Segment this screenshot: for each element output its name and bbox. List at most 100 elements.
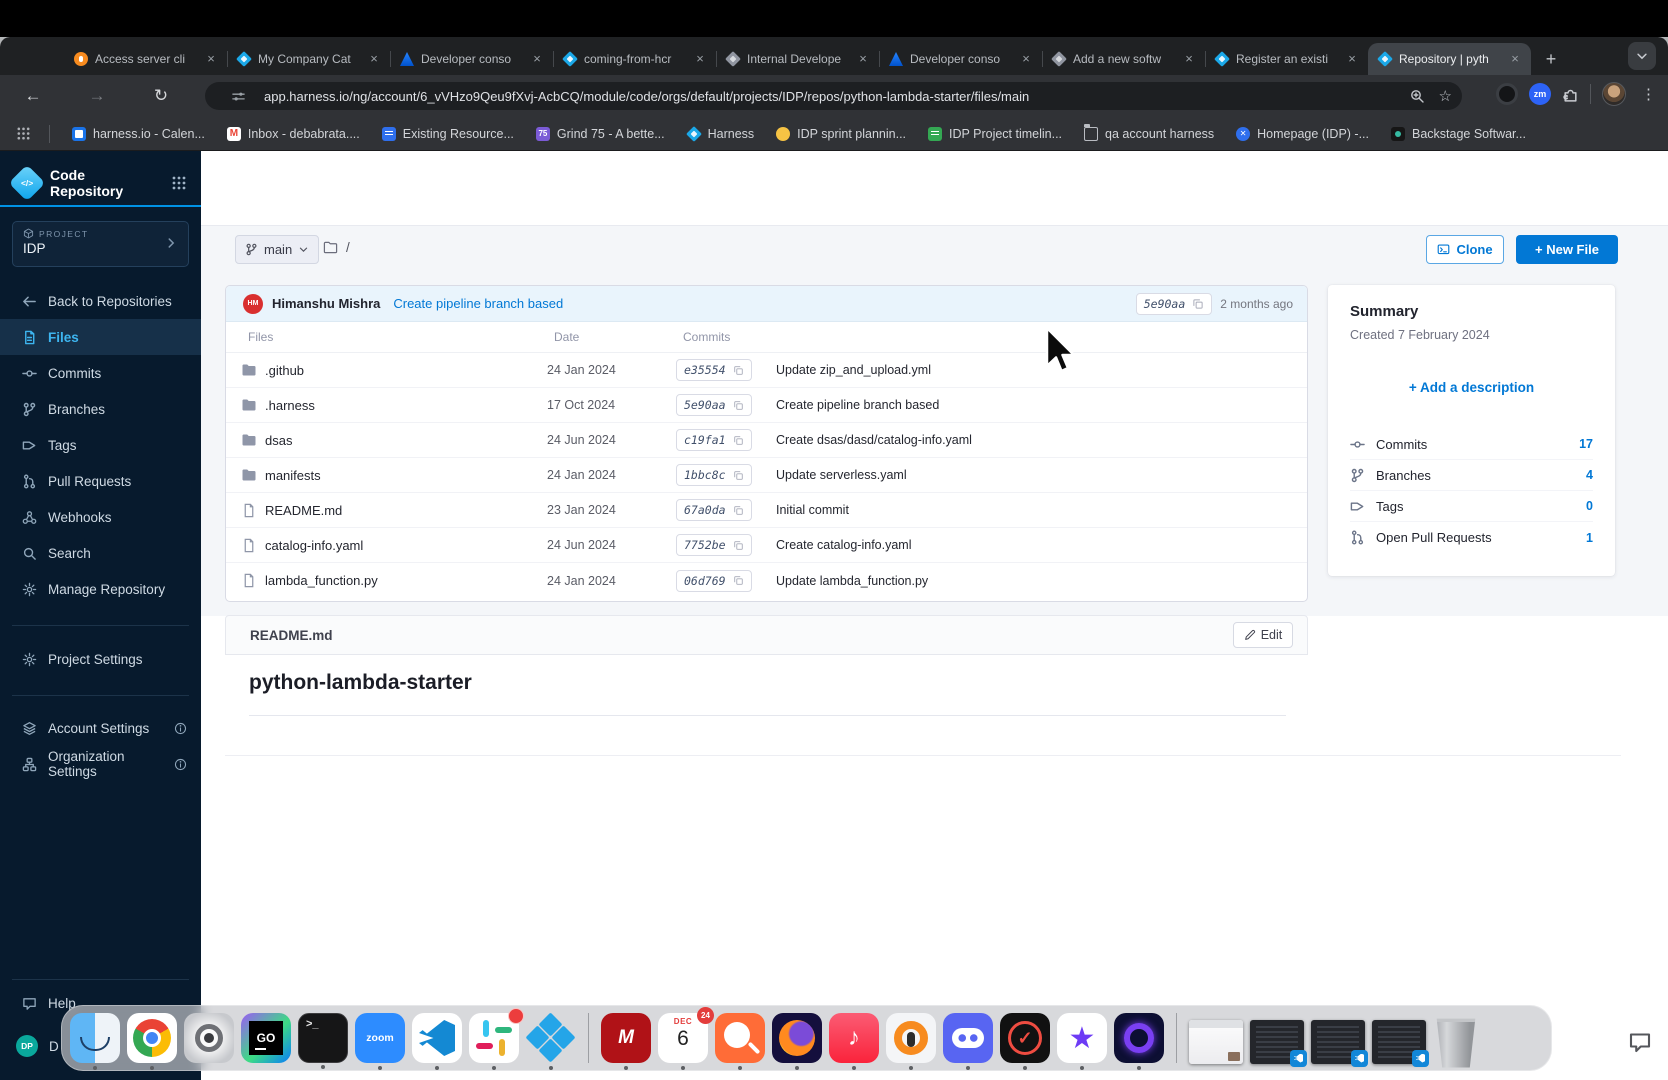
minimized-code-window[interactable]	[1250, 1020, 1304, 1064]
info-icon[interactable]	[174, 722, 187, 735]
music-dock-icon[interactable]: ♪	[829, 1013, 879, 1063]
sidebar-item-search[interactable]: Search	[0, 535, 201, 571]
branch-selector-button[interactable]: main	[235, 235, 319, 264]
sidebar-item-commits[interactable]: Commits	[0, 355, 201, 391]
table-row[interactable]: .harness 17 Oct 2024 5e90aa Create pipel…	[226, 388, 1307, 423]
zoom-level-icon[interactable]	[1409, 88, 1425, 104]
bookmark-idp-timeline[interactable]: IDP Project timelin...	[928, 127, 1062, 141]
file-name[interactable]: README.md	[265, 503, 547, 518]
checkmark-app-dock-icon[interactable]	[1000, 1013, 1050, 1063]
url-text[interactable]: app.harness.io/ng/account/6_vVHzo9Qeu9fX…	[264, 89, 1409, 104]
commit-message[interactable]: Create pipeline branch based	[776, 398, 939, 412]
help-bubble-icon[interactable]	[1628, 1030, 1652, 1054]
firefox-dock-icon[interactable]	[772, 1013, 822, 1063]
commit-hash-chip[interactable]: 06d769	[676, 570, 752, 592]
sidebar-item-webhooks[interactable]: Webhooks	[0, 499, 201, 535]
commit-message[interactable]: Update lambda_function.py	[776, 574, 928, 588]
bookmark-qa-account[interactable]: qa account harness	[1084, 127, 1214, 141]
system-settings-dock-icon[interactable]	[184, 1013, 234, 1063]
tab-close-icon[interactable]: ×	[855, 51, 871, 67]
tab-repository-active[interactable]: Repository | pyth×	[1368, 43, 1531, 75]
extension-icon[interactable]	[1496, 83, 1518, 105]
minimized-code-window[interactable]	[1372, 1020, 1426, 1064]
copy-icon[interactable]	[733, 505, 744, 516]
commit-message-link[interactable]: Create pipeline branch based	[393, 296, 563, 311]
slack-dock-icon[interactable]	[469, 1013, 519, 1063]
site-settings-icon[interactable]	[231, 89, 246, 104]
tab-access-server[interactable]: Access server cli×	[64, 43, 227, 75]
tab-close-icon[interactable]: ×	[692, 51, 708, 67]
postman-dock-icon[interactable]	[715, 1013, 765, 1063]
table-row[interactable]: lambda_function.py 24 Jan 2024 06d769 Up…	[226, 563, 1307, 598]
tab-add-new-software[interactable]: Add a new softw×	[1042, 43, 1205, 75]
vscode-dock-icon[interactable]	[412, 1013, 462, 1063]
bookmark-star-icon[interactable]: ☆	[1439, 87, 1452, 105]
bookmark-harness[interactable]: Harness	[687, 127, 755, 141]
terminal-dock-icon[interactable]	[298, 1013, 348, 1063]
tab-developer-console-2[interactable]: Developer conso×	[879, 43, 1042, 75]
copy-icon[interactable]	[733, 400, 744, 411]
file-name[interactable]: .harness	[265, 398, 547, 413]
tab-close-icon[interactable]: ×	[1344, 51, 1360, 67]
sidebar-item-organization-settings[interactable]: Organization Settings	[0, 746, 201, 782]
extensions-puzzle-icon[interactable]	[1562, 86, 1579, 103]
module-grid-icon[interactable]	[171, 175, 187, 191]
forward-button[interactable]: →	[82, 86, 112, 106]
finder-dock-icon[interactable]	[70, 1013, 120, 1063]
apps-grid-icon[interactable]	[16, 126, 31, 141]
copy-icon[interactable]	[1192, 298, 1204, 310]
file-name[interactable]: catalog-info.yaml	[265, 538, 547, 553]
bookmark-homepage-idp[interactable]: Homepage (IDP) -...	[1236, 127, 1369, 141]
table-row[interactable]: .github 24 Jan 2024 e35554 Update zip_an…	[226, 353, 1307, 388]
minimized-finder-window[interactable]	[1189, 1020, 1243, 1064]
copy-icon[interactable]	[733, 435, 744, 446]
harness-dock-icon[interactable]	[526, 1013, 576, 1063]
zoom-dock-icon[interactable]: zoom	[355, 1013, 405, 1063]
commit-hash-chip[interactable]: 1bbc8c	[676, 464, 752, 486]
bookmark-inbox[interactable]: Inbox - debabrata....	[227, 127, 360, 141]
tab-close-icon[interactable]: ×	[529, 51, 545, 67]
tab-close-icon[interactable]: ×	[1181, 51, 1197, 67]
commit-message[interactable]: Update zip_and_upload.yml	[776, 363, 931, 377]
tab-close-icon[interactable]: ×	[203, 51, 219, 67]
copy-icon[interactable]	[733, 365, 744, 376]
commit-message[interactable]: Update serverless.yaml	[776, 468, 907, 482]
sidebar-item-tags[interactable]: Tags	[0, 427, 201, 463]
minimized-code-window[interactable]	[1311, 1020, 1365, 1064]
table-row[interactable]: catalog-info.yaml 24 Jun 2024 7752be Cre…	[226, 528, 1307, 563]
star-app-dock-icon[interactable]: ★	[1057, 1013, 1107, 1063]
clone-button[interactable]: Clone	[1426, 235, 1504, 264]
table-row[interactable]: README.md 23 Jan 2024 67a0da Initial com…	[226, 493, 1307, 528]
project-selector[interactable]: PROJECT IDP	[12, 221, 189, 267]
folder-icon[interactable]	[323, 240, 338, 255]
goland-dock-icon[interactable]: GO	[241, 1013, 291, 1063]
stat-open-pull-requests[interactable]: Open Pull Requests 1	[1350, 522, 1593, 553]
file-name[interactable]: dsas	[265, 433, 547, 448]
sidebar-item-project-settings[interactable]: Project Settings	[0, 641, 201, 677]
sidebar-item-account-settings[interactable]: Account Settings	[0, 710, 201, 746]
stat-tags[interactable]: Tags 0	[1350, 491, 1593, 522]
add-description-link[interactable]: + Add a description	[1350, 380, 1593, 395]
commit-message[interactable]: Initial commit	[776, 503, 849, 517]
edit-button[interactable]: Edit	[1233, 622, 1293, 648]
back-button[interactable]: ←	[18, 86, 48, 106]
bookmark-grind75[interactable]: 75Grind 75 - A bette...	[536, 127, 665, 141]
file-name[interactable]: lambda_function.py	[265, 573, 547, 588]
tab-search-chevron-button[interactable]	[1628, 42, 1656, 70]
commit-hash-chip[interactable]: 5e90aa	[676, 394, 752, 416]
openvpn-dock-icon[interactable]	[886, 1013, 936, 1063]
commit-hash-chip[interactable]: 7752be	[676, 534, 752, 556]
copy-icon[interactable]	[733, 470, 744, 481]
new-file-button[interactable]: + New File	[1516, 235, 1618, 264]
commit-message[interactable]: Create dsas/dasd/catalog-info.yaml	[776, 433, 972, 447]
file-name[interactable]: manifests	[265, 468, 547, 483]
file-name[interactable]: .github	[265, 363, 547, 378]
commit-message[interactable]: Create catalog-info.yaml	[776, 538, 911, 552]
zoom-extension-icon[interactable]: zm	[1529, 83, 1551, 105]
tab-close-icon[interactable]: ×	[366, 51, 382, 67]
bookmark-backstage[interactable]: Backstage Softwar...	[1391, 127, 1526, 141]
purple-ring-app-dock-icon[interactable]	[1114, 1013, 1164, 1063]
address-bar[interactable]: app.harness.io/ng/account/6_vVHzo9Qeu9fX…	[205, 82, 1462, 110]
bookmark-existing-resource[interactable]: Existing Resource...	[382, 127, 514, 141]
copy-icon[interactable]	[733, 575, 744, 586]
